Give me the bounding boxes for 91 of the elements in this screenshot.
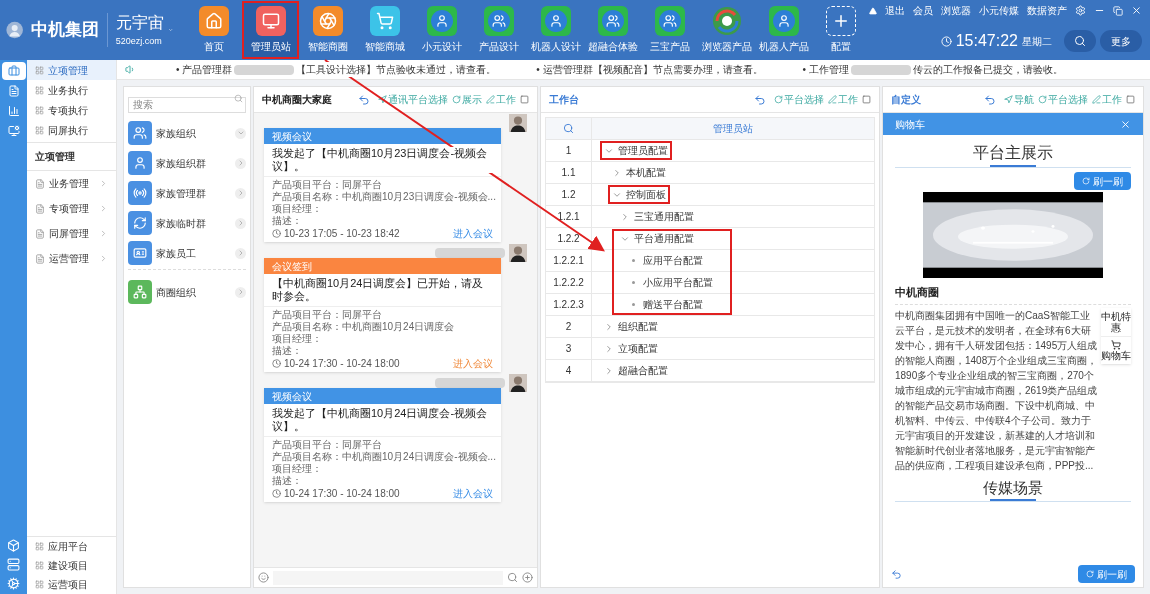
sidebar-item[interactable]: 建设项目 bbox=[27, 556, 116, 575]
panel-title: 自定义 bbox=[891, 93, 921, 107]
nav-item[interactable]: 三宝产品 bbox=[641, 1, 698, 59]
nav-item[interactable]: 智能商圈 bbox=[299, 1, 356, 59]
sidebar-item[interactable]: 运营项目 bbox=[27, 575, 116, 594]
sidebar-group[interactable]: 运营管理 bbox=[27, 246, 116, 271]
row-number: 3 bbox=[546, 338, 592, 359]
company-name: 中机集团 bbox=[31, 19, 100, 42]
notice-text: • 工作管理 bbox=[802, 62, 849, 77]
sidebar-group[interactable]: 业务管理 bbox=[27, 171, 116, 196]
refresh-button[interactable]: 刷一刷 bbox=[1074, 172, 1131, 190]
top-link[interactable]: 小元传媒 bbox=[979, 3, 1019, 18]
tree-item[interactable]: 赠送平台配置 bbox=[643, 297, 703, 312]
tree-item[interactable]: 本机配置 bbox=[626, 165, 666, 180]
company-description: 中机商圈集团拥有中国唯一的CaaS智能工业云平台，是元技术的发明者，在全球有6大研发中心，拥有千人研发团包括：1495万人组成的智能人商圈，1408万个企业组成三宝商圈，1890多个专业企业组成的智三宝商圈，270个城市组成的元宇宙城市商圈，2619类产品组成的智能产品交易市场商圈。下设中机商城、中机智料、中传云、中传联4个子公司。致力于元宇宙项目的开发建设，新基建的人才培训和智能新时代创业者落地服务，是元宇宙智能产品的供应商，工程项目建设承包商，PPP投... bbox=[895, 308, 1099, 473]
org-item[interactable]: 商圈组织 bbox=[128, 280, 246, 304]
row-number: 1.2.2.1 bbox=[546, 250, 592, 271]
tree-item[interactable]: 超融合配置 bbox=[618, 363, 668, 378]
card-header: 会议签到 bbox=[264, 258, 501, 274]
detail-text: 产品项目名称：中机商圈10月23日调度会-视频会... bbox=[272, 191, 496, 203]
detail-text: 产品项目平台：同屏平台 bbox=[272, 439, 382, 451]
card-header: 视频会议 bbox=[264, 128, 501, 144]
company-title: 中机商圈 bbox=[895, 284, 1131, 305]
top-link[interactable]: 浏览器 bbox=[941, 3, 971, 18]
sidebar-item[interactable]: 业务执行 bbox=[27, 80, 116, 100]
column-header: 管理员站 bbox=[712, 122, 754, 136]
tree-item[interactable]: 控制面板 bbox=[626, 187, 666, 202]
nav-item[interactable]: 小元设计 bbox=[413, 1, 470, 59]
clock-time: 15:47:22 bbox=[955, 31, 1018, 51]
sidebar-item[interactable]: 立项管理 bbox=[27, 60, 116, 80]
panel-title: 中机商圈大家庭 bbox=[262, 93, 332, 107]
detail-text: 产品项目平台：同屏平台 bbox=[272, 179, 382, 191]
nav-item[interactable]: 机器人产品 bbox=[755, 1, 812, 59]
detail-text: 产品项目名称：中机商圈10月24日调度会 bbox=[272, 321, 455, 333]
offer-button[interactable]: 中机特惠 bbox=[1101, 310, 1131, 337]
tree-item[interactable]: 组织配置 bbox=[618, 319, 658, 334]
sidebar-item[interactable]: 同屏执行 bbox=[27, 120, 116, 140]
message-text: 我发起了【中机商圈10月23日调度会-视频会议】。 bbox=[272, 147, 493, 173]
drawer-title: 购物车 bbox=[895, 117, 926, 132]
nav-item[interactable]: 机器人设计 bbox=[527, 1, 584, 59]
more-button[interactable]: 更多 bbox=[1100, 30, 1142, 52]
top-link[interactable]: 退出 bbox=[885, 3, 905, 18]
org-item[interactable]: 家族员工 bbox=[128, 241, 246, 265]
sidebar-item[interactable]: 专项执行 bbox=[27, 100, 116, 120]
section-title: 立项管理 bbox=[27, 142, 116, 171]
nav-item[interactable]: 超融合体验 bbox=[584, 1, 641, 59]
cart-button[interactable]: 购物车 bbox=[1101, 336, 1131, 361]
nav-item[interactable]: 浏览器产品 bbox=[698, 1, 755, 59]
detail-text: 产品项目名称：中机商圈10月24日调度会-视频会... bbox=[272, 451, 496, 463]
nav-item[interactable]: 智能商城 bbox=[356, 1, 413, 59]
section-heading: 平台主展示 bbox=[972, 143, 1054, 163]
sidebar-group[interactable]: 专项管理 bbox=[27, 196, 116, 221]
tree-item[interactable]: 立项配置 bbox=[618, 341, 658, 356]
tree-item[interactable]: 管理员配置 bbox=[618, 143, 668, 158]
sidebar-item[interactable]: 应用平台 bbox=[27, 537, 116, 556]
join-meeting-link[interactable]: 进入会议 bbox=[453, 486, 493, 501]
search-field[interactable]: 搜索 bbox=[128, 96, 246, 113]
row-number: 1.1 bbox=[546, 162, 592, 183]
top-link[interactable]: 数据资产 bbox=[1027, 3, 1067, 18]
row-number: 1.2 bbox=[546, 184, 592, 205]
row-number: 1.2.2 bbox=[546, 228, 592, 249]
org-item[interactable]: 家族组织群 bbox=[128, 151, 246, 175]
card-header: 视频会议 bbox=[264, 388, 501, 404]
row-number: 2 bbox=[546, 316, 592, 337]
detail-text: 产品项目平台：同屏平台 bbox=[272, 309, 382, 321]
tree-item[interactable]: 应用平台配置 bbox=[643, 253, 703, 268]
nav-item[interactable]: 首页 bbox=[185, 1, 242, 59]
refresh-button[interactable]: 刷一刷 bbox=[1078, 565, 1135, 583]
row-number: 1 bbox=[546, 140, 592, 161]
org-item[interactable]: 家族管理群 bbox=[128, 181, 246, 205]
panel-title: 工作台 bbox=[549, 93, 579, 107]
tree-item[interactable]: 三宝通用配置 bbox=[634, 209, 694, 224]
join-meeting-link[interactable]: 进入会议 bbox=[453, 226, 493, 241]
brand-name: 元宇宙 bbox=[115, 13, 164, 34]
sidebar-group[interactable]: 同屏管理 bbox=[27, 221, 116, 246]
tree-item[interactable]: 小应用平台配置 bbox=[643, 275, 713, 290]
org-item[interactable]: 家族组织 bbox=[128, 121, 246, 145]
nav-item[interactable]: 产品设计 bbox=[470, 1, 527, 59]
nav-item[interactable]: 配置 bbox=[812, 1, 869, 59]
row-number: 1.2.2.3 bbox=[546, 294, 592, 315]
row-number: 1.2.2.2 bbox=[546, 272, 592, 293]
tree-item[interactable]: 平台通用配置 bbox=[634, 231, 694, 246]
domain-text: 520ezj.com bbox=[115, 35, 163, 49]
nav-item[interactable]: 管理员站 bbox=[242, 1, 299, 59]
row-number: 4 bbox=[546, 360, 592, 381]
top-link[interactable]: 会员 bbox=[913, 3, 933, 18]
org-item[interactable]: 家族临时群 bbox=[128, 211, 246, 235]
section-heading: 传媒场景 bbox=[982, 477, 1044, 498]
notice-text: • 产品管理群 bbox=[176, 62, 233, 77]
row-number: 1.2.1 bbox=[546, 206, 592, 227]
weekday-text: 星期二 bbox=[1022, 34, 1052, 49]
